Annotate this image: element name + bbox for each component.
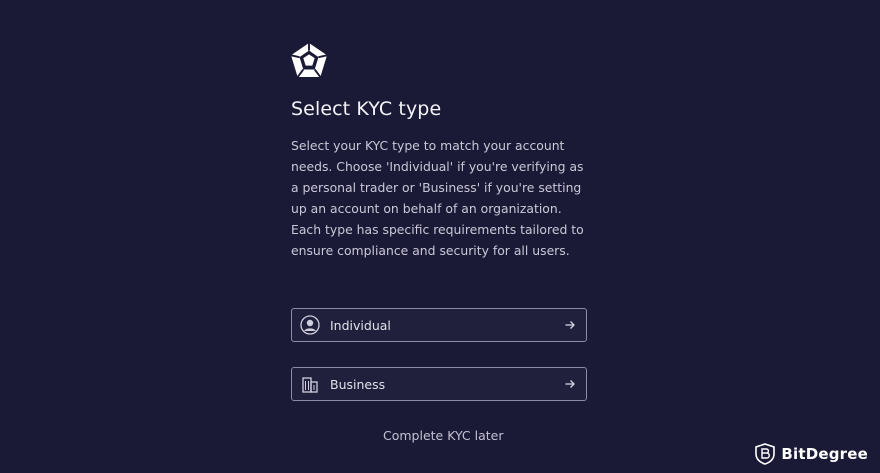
individual-option-button[interactable]: Individual xyxy=(291,308,587,342)
building-icon xyxy=(300,374,320,394)
user-icon xyxy=(300,315,320,335)
bitdegree-watermark-text: BitDegree xyxy=(781,445,868,463)
business-option-label: Business xyxy=(330,376,386,392)
bitdegree-watermark: BitDegree xyxy=(755,443,868,465)
pentagon-logo-icon xyxy=(290,42,328,78)
arrow-right-icon xyxy=(565,380,575,388)
complete-kyc-later-label: Complete KYC later xyxy=(383,428,504,443)
page-title: Select KYC type xyxy=(291,98,442,120)
business-option-button[interactable]: Business xyxy=(291,367,587,401)
page-description: Select your KYC type to match your accou… xyxy=(291,138,584,258)
individual-option-label: Individual xyxy=(330,317,391,333)
arrow-right-icon xyxy=(565,321,575,329)
bitdegree-shield-icon xyxy=(755,443,776,465)
